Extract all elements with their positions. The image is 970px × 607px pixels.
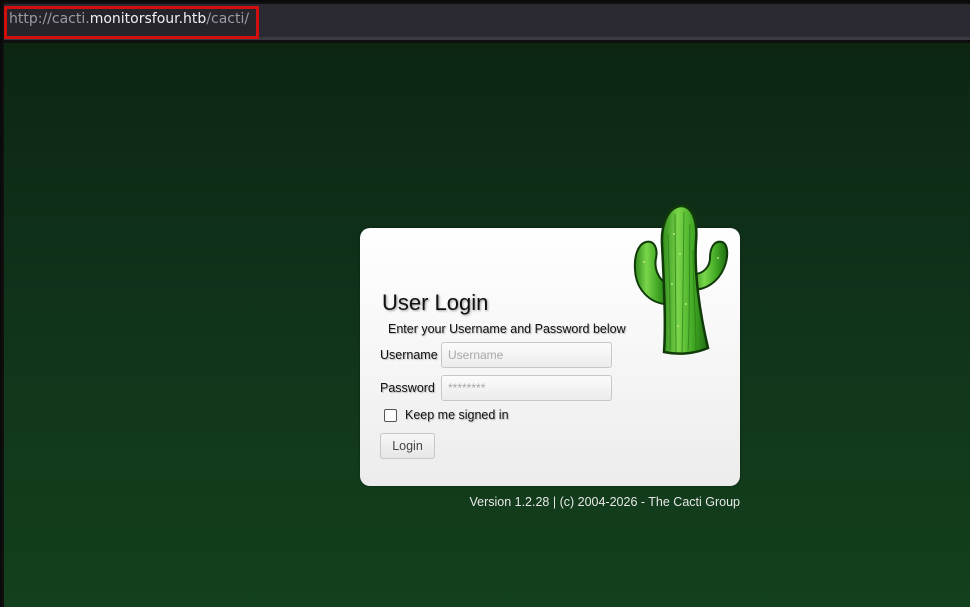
url-host: monitorsfour.htb — [89, 11, 207, 27]
login-instructions: Enter your Username and Password below — [388, 322, 626, 336]
address-bar[interactable]: http://cacti.monitorsfour.htb/cacti/ — [4, 4, 970, 40]
browser-window: http://cacti.monitorsfour.htb/cacti/ Use… — [0, 0, 970, 607]
username-label: Username — [380, 348, 438, 362]
page-title: User Login — [382, 290, 489, 315]
login-button[interactable]: Login — [380, 433, 435, 459]
password-label: Password — [380, 381, 435, 395]
remember-me-checkbox[interactable] — [384, 408, 397, 422]
remember-me-label[interactable]: Keep me signed in — [405, 408, 509, 422]
url-subdomain: cacti. — [51, 11, 90, 27]
version-footer: Version 1.2.28 | (c) 2004-2026 - The Cac… — [469, 495, 740, 509]
url-scheme: http:// — [9, 11, 52, 27]
url-text[interactable]: http://cacti.monitorsfour.htb/cacti/ — [9, 11, 249, 27]
password-input[interactable] — [441, 375, 612, 401]
username-input[interactable] — [441, 342, 612, 368]
url-path: /cacti/ — [206, 11, 250, 27]
cactus-logo-icon — [633, 204, 729, 355]
remember-me-row: Keep me signed in — [384, 408, 509, 422]
